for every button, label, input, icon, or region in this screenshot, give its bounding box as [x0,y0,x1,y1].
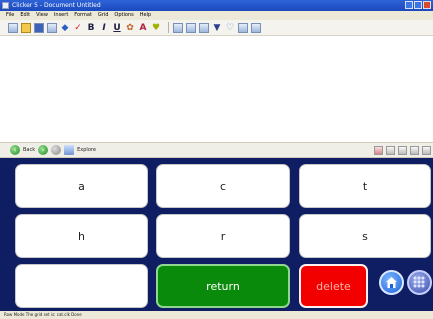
italic-button[interactable]: I [99,23,109,33]
grid-tool-icon-1[interactable] [374,146,383,155]
menu-insert[interactable]: Insert [54,11,68,20]
back-label[interactable]: Back [23,147,35,153]
align-left-icon[interactable] [173,22,183,33]
font-color-icon[interactable]: A [138,23,148,33]
title-bar: Clicker 5 - Document Untitled [0,0,433,11]
forward-arrow-icon[interactable]: › [38,145,49,155]
grid-tool-icon-4[interactable] [410,146,419,155]
pen-icon[interactable]: ▼ [212,23,222,33]
explore-label[interactable]: Explore [77,147,96,153]
grid-cell-t[interactable]: t [299,164,431,208]
grid-toolbar: ‹ Back › Explore [0,142,433,158]
next-page-button[interactable] [407,270,432,295]
minimize-icon[interactable] [405,1,413,9]
grid-tool-icon-5[interactable] [422,146,431,155]
toolbar-separator [168,22,169,33]
window-controls [405,1,431,9]
menu-file[interactable]: File [6,11,14,20]
bold-button[interactable]: B [86,23,96,33]
main-toolbar: ◆ ✓ B I U ✿ A ♥ ▼ ♡ [0,20,433,36]
speak-icon[interactable]: ◆ [60,23,70,33]
menu-format[interactable]: Format [74,11,92,20]
menu-help[interactable]: Help [140,11,151,20]
home-icon [386,277,397,288]
dots-icon [413,276,425,288]
close-icon[interactable] [423,1,431,9]
underline-button[interactable]: U [112,23,122,33]
grid-tool-icon-2[interactable] [386,146,395,155]
grid-cell-c[interactable]: c [156,164,290,208]
print-icon[interactable] [47,22,57,33]
settings-icon[interactable] [251,22,261,33]
grid-cell-s[interactable]: s [299,214,431,258]
delete-button[interactable]: delete [299,264,368,308]
spell-check-icon[interactable]: ✓ [73,23,83,33]
open-folder-icon[interactable] [21,22,31,33]
grid-view-icon[interactable] [238,22,248,33]
grid-cell-a[interactable]: a [15,164,148,208]
menu-grid[interactable]: Grid [98,11,109,20]
menu-view[interactable]: View [36,11,48,20]
app-icon [2,2,9,9]
home-button[interactable] [379,270,404,295]
menu-options[interactable]: Options [114,11,133,20]
window-title: Clicker 5 - Document Untitled [12,2,101,9]
align-center-icon[interactable] [186,22,196,33]
return-button[interactable]: return [156,264,290,308]
status-bar: Row Mode The grid set is: cat.clk Done [0,311,433,319]
shape-icon[interactable]: ♡ [225,23,235,33]
grid-tool-icon-3[interactable] [398,146,407,155]
maximize-icon[interactable] [414,1,422,9]
document-area[interactable] [0,37,433,142]
menu-edit[interactable]: Edit [20,11,30,20]
highlight-icon[interactable]: ♥ [151,23,161,33]
align-right-icon[interactable] [199,22,209,33]
new-document-icon[interactable] [8,22,18,33]
grid-cell-r[interactable]: r [156,214,290,258]
explore-icon[interactable] [64,145,75,155]
grid-cell-h[interactable]: h [15,214,148,258]
picture-icon[interactable]: ✿ [125,23,135,33]
refresh-icon[interactable] [51,145,62,155]
menu-bar: File Edit View Insert Format Grid Option… [0,11,433,20]
back-arrow-icon[interactable]: ‹ [10,145,20,155]
save-icon[interactable] [34,22,44,33]
grid-cell-blank[interactable] [15,264,148,308]
